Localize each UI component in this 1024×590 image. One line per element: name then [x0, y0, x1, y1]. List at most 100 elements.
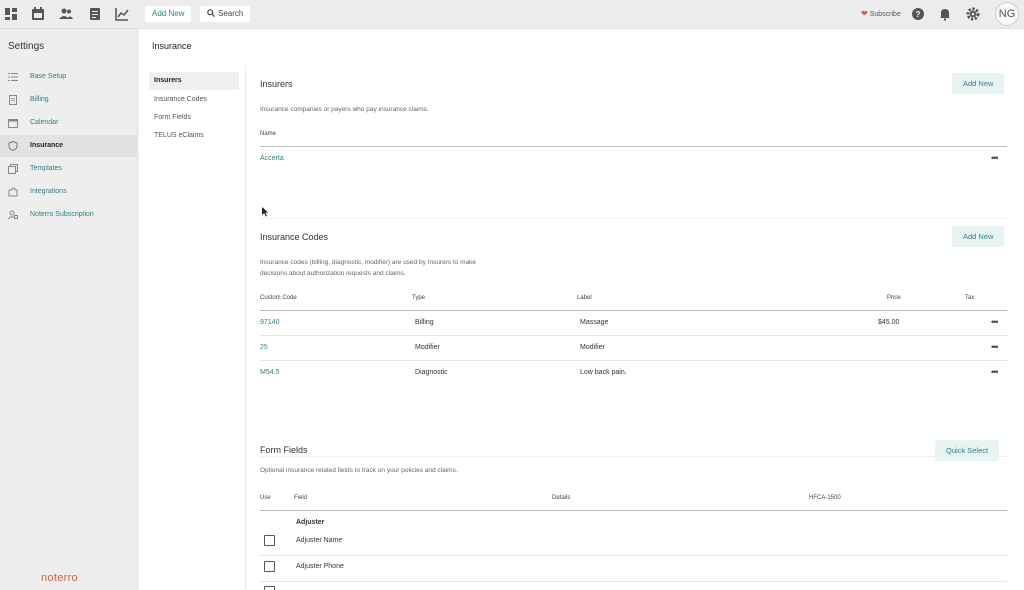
- search-label: Search: [218, 9, 244, 18]
- field-group-adjuster: Adjuster: [296, 519, 325, 526]
- codes-description-line2: decisions about authorization requests a…: [260, 270, 406, 277]
- column-header-price: Price: [887, 295, 901, 301]
- subscribe-link[interactable]: ❤ Subscribe: [861, 9, 901, 20]
- row-divider: [260, 555, 1007, 556]
- sidebar-item-integrations[interactable]: Integrations: [0, 181, 138, 203]
- subscription-icon: [8, 210, 18, 220]
- code-label: Low back pain.: [580, 369, 627, 376]
- form-fields-title: Form Fields: [260, 445, 308, 455]
- add-insurance-code-button[interactable]: Add New: [952, 226, 1005, 247]
- svg-text:?: ?: [916, 10, 921, 19]
- use-checkbox[interactable]: [264, 561, 275, 572]
- use-checkbox[interactable]: [264, 586, 275, 590]
- section-divider: [260, 218, 1007, 219]
- subnav-insurance-codes[interactable]: Insurance Codes: [149, 91, 239, 109]
- row-divider: [260, 335, 1007, 336]
- heart-icon: ❤: [861, 9, 868, 18]
- sidebar-item-insurance[interactable]: Insurance: [0, 135, 138, 157]
- column-header-label: Label: [577, 295, 592, 301]
- section-divider: [260, 456, 1007, 457]
- search-icon: [207, 9, 216, 18]
- code-type: Billing: [415, 319, 434, 326]
- subscribe-label: Subscribe: [869, 11, 901, 18]
- calendar-icon[interactable]: [31, 7, 45, 21]
- code-link-25[interactable]: 25: [260, 344, 268, 351]
- help-icon[interactable]: ?: [911, 7, 925, 21]
- column-header-type: Type: [412, 295, 426, 301]
- code-price: $45.00: [878, 319, 900, 326]
- column-header-hfca-1500: HFCA-1500: [809, 495, 841, 501]
- sidebar-item-base-setup[interactable]: Base Setup: [0, 66, 138, 88]
- column-header-field: Field: [294, 495, 308, 501]
- insurers-title: Insurers: [260, 79, 293, 89]
- shield-icon: [8, 141, 18, 151]
- puzzle-icon: [8, 187, 18, 197]
- add-insurer-button[interactable]: Add New: [952, 73, 1005, 94]
- subnav-form-fields[interactable]: Form Fields: [149, 109, 239, 127]
- code-type: Diagnostic: [415, 369, 448, 376]
- avatar[interactable]: NG: [995, 2, 1019, 26]
- column-header-tax: Tax: [965, 295, 975, 301]
- field-name: Adjuster Name: [296, 537, 343, 544]
- billing-icon: [8, 95, 18, 105]
- row-divider: [260, 581, 1007, 582]
- column-header-details: Details: [552, 495, 571, 501]
- form-fields-description: Optional insurance related fields to tra…: [260, 467, 458, 474]
- insurer-link-accerta[interactable]: Accerta: [260, 155, 284, 162]
- chart-icon[interactable]: [115, 7, 129, 21]
- mouse-cursor-icon: [262, 207, 270, 217]
- sidebar-item-label: Insurance: [30, 142, 64, 149]
- dashboard-icon[interactable]: [4, 7, 18, 21]
- sidebar-item-label: Billing: [30, 96, 49, 103]
- insurers-description: Insurance companies or payers who pay in…: [260, 106, 429, 113]
- templates-icon: [8, 164, 18, 174]
- content-area: Insurers Add New Insurance companies or …: [245, 65, 1024, 590]
- sidebar-item-billing[interactable]: Billing: [0, 89, 138, 111]
- subnav-telus-eclaims[interactable]: TELUS eClaims: [149, 127, 239, 145]
- code-label: Massage: [580, 319, 609, 326]
- field-name: Adjuster Phone: [296, 563, 344, 570]
- subnav-insurers[interactable]: Insurers: [149, 72, 239, 90]
- bell-icon[interactable]: [938, 7, 952, 21]
- sidebar-item-templates[interactable]: Templates: [0, 158, 138, 180]
- sidebar-item-label: Noterro Subscription: [30, 211, 94, 218]
- sidebar-item-label: Base Setup: [30, 73, 67, 80]
- gear-icon[interactable]: [966, 7, 980, 21]
- table-header-divider: [260, 310, 1007, 311]
- column-header-name: Name: [260, 131, 277, 137]
- table-header-divider: [260, 146, 1007, 147]
- quick-select-button[interactable]: Quick Select: [935, 440, 1000, 461]
- list-icon: [8, 72, 18, 82]
- sidebar-item-label: Calendar: [30, 119, 59, 126]
- code-link-97140[interactable]: 97140: [260, 319, 279, 326]
- codes-description-line1: Insurance codes (billing, diagnostic, mo…: [260, 259, 477, 266]
- document-icon[interactable]: [88, 7, 102, 21]
- table-header-divider: [260, 510, 1007, 511]
- row-menu-button[interactable]: •••: [991, 317, 999, 327]
- row-divider: [260, 360, 1007, 361]
- use-checkbox[interactable]: [264, 535, 275, 546]
- sidebar-item-label: Templates: [30, 165, 62, 172]
- noterro-logo: noterro: [41, 572, 78, 584]
- sidebar-item-calendar[interactable]: Calendar: [0, 112, 138, 134]
- insurance-codes-title: Insurance Codes: [260, 232, 329, 242]
- calendar-icon: [8, 118, 18, 128]
- sidebar-item-label: Integrations: [30, 188, 67, 195]
- column-header-custom-code: Custom Code: [260, 295, 297, 301]
- main-panel: Insurance Insurers Insurance Codes Form …: [139, 29, 1024, 590]
- sidebar-item-noterro-subscription[interactable]: Noterro Subscription: [0, 204, 138, 226]
- row-menu-button[interactable]: •••: [991, 153, 999, 163]
- page-title: Insurance: [152, 41, 192, 51]
- search-button[interactable]: Search: [200, 6, 251, 22]
- settings-title: Settings: [8, 41, 45, 52]
- row-menu-button[interactable]: •••: [991, 342, 999, 352]
- add-new-button[interactable]: Add New: [145, 6, 192, 22]
- code-link-m54-5[interactable]: M54.5: [260, 369, 279, 376]
- code-label: Modifier: [580, 344, 605, 351]
- code-type: Modifier: [415, 344, 440, 351]
- row-menu-button[interactable]: •••: [991, 367, 999, 377]
- column-header-use: Use: [260, 495, 271, 501]
- settings-sidebar: Settings Base Setup Billing Calendar Ins…: [0, 29, 138, 590]
- people-icon[interactable]: [59, 7, 73, 21]
- top-bar: Add New Search ❤ Subscribe ? NG: [0, 0, 1024, 29]
